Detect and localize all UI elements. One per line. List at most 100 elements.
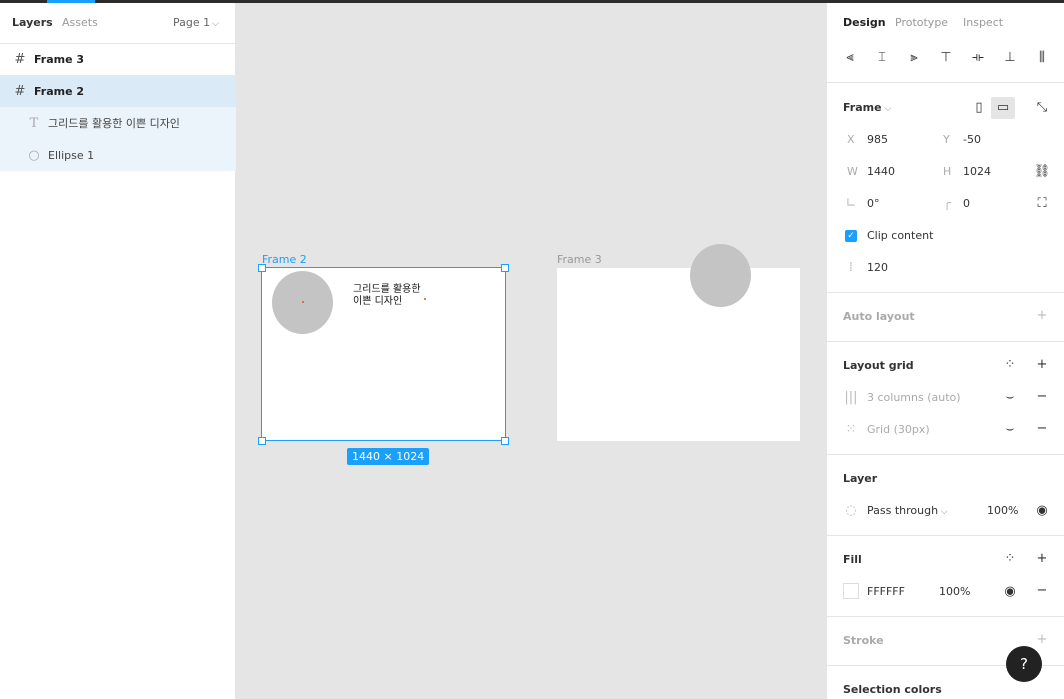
align-vertical-center-icon[interactable]: ⟛ — [966, 50, 990, 70]
layer-frame-2[interactable]: # Frame 2 — [0, 75, 236, 107]
chevron-down-icon: ⌵ — [881, 104, 892, 114]
constrain-proportions-icon[interactable]: ⛓ — [1033, 164, 1051, 179]
grid-item-30px[interactable]: Grid (30px) — [867, 423, 930, 436]
resize-to-fit-icon[interactable]: ⤡ — [1033, 100, 1051, 115]
help-button[interactable]: ? — [1006, 646, 1042, 682]
resize-handle-top-right[interactable] — [501, 264, 509, 272]
spacing-input[interactable]: 120 — [867, 261, 888, 274]
landscape-toggle[interactable]: ▭ — [991, 97, 1015, 119]
blend-mode-label: Pass through — [867, 504, 939, 517]
text-icon: T — [29, 115, 39, 131]
align-left-icon[interactable]: ⫷ — [838, 50, 862, 70]
y-label: Y — [943, 133, 950, 146]
independent-corners-icon[interactable]: ⛶ — [1033, 196, 1051, 211]
add-stroke-icon[interactable]: + — [1033, 632, 1051, 647]
frame-3-ellipse[interactable] — [690, 244, 751, 307]
layer-text[interactable]: T 그리드를 활용한 이쁜 디자인 — [0, 107, 236, 139]
portrait-icon: ▯ — [975, 100, 983, 115]
layer-frame-3[interactable]: # Frame 3 — [0, 43, 236, 75]
frame-title-label: Frame — [843, 101, 882, 114]
divider — [827, 454, 1064, 455]
divider — [827, 341, 1064, 342]
divider — [827, 292, 1064, 293]
radius-input[interactable]: 0 — [963, 197, 970, 210]
grid-icon[interactable]: ⁙ — [842, 422, 860, 437]
hidden-eye-icon[interactable]: ⌣ — [1001, 390, 1019, 405]
fill-styles-icon[interactable]: ⁘ — [1001, 551, 1019, 566]
remove-fill-icon[interactable]: − — [1033, 583, 1051, 598]
x-input[interactable]: 985 — [867, 133, 888, 146]
layer-ellipse[interactable]: ○ Ellipse 1 — [0, 139, 236, 171]
blend-mode-select[interactable]: Pass through ⌵ — [867, 504, 948, 517]
layers-panel: Layers Assets Page 1 ⌵ # Frame 3 # Frame … — [0, 3, 236, 699]
layer-name: Frame 2 — [34, 84, 85, 98]
frame-3-label[interactable]: Frame 3 — [557, 253, 602, 266]
design-panel: Design Prototype Inspect ⫷ ⌶ ⫸ ⊤ ⟛ ⊥ ⫼ F… — [826, 3, 1064, 699]
layout-grid-title: Layout grid — [843, 359, 914, 372]
add-fill-icon[interactable]: + — [1033, 551, 1051, 566]
hidden-eye-icon[interactable]: ⌣ — [1001, 422, 1019, 437]
fill-hex-input[interactable]: FFFFFF — [867, 585, 905, 598]
ellipse-icon: ○ — [28, 147, 40, 163]
resize-handle-bottom-right[interactable] — [501, 437, 509, 445]
grid-styles-icon[interactable]: ⁘ — [1001, 357, 1019, 372]
chevron-down-icon: ⌵ — [938, 507, 948, 517]
fill-color-swatch[interactable] — [843, 583, 859, 599]
tab-design[interactable]: Design — [843, 16, 886, 29]
remove-grid-icon[interactable]: − — [1033, 389, 1051, 404]
clip-content-label: Clip content — [867, 229, 934, 242]
landscape-icon: ▭ — [996, 100, 1010, 115]
frame-2-label[interactable]: Frame 2 — [262, 253, 307, 266]
h-label: H — [943, 165, 952, 178]
corner-radius-icon: ╭ — [943, 196, 951, 211]
add-auto-layout-icon[interactable]: + — [1033, 308, 1051, 323]
resize-handle-top-left[interactable] — [258, 264, 266, 272]
eye-icon[interactable]: ◉ — [1033, 503, 1051, 518]
canvas[interactable]: Frame 2 그리드를 활용한 이쁜 디자인 1440 × 1024 Fram… — [236, 3, 826, 699]
h-input[interactable]: 1024 — [963, 165, 991, 178]
remove-grid-icon[interactable]: − — [1033, 421, 1051, 436]
blend-mode-icon: ◌ — [845, 503, 857, 518]
layer-section-title: Layer — [843, 472, 878, 485]
selection-outline — [261, 267, 506, 441]
page-selector[interactable]: Page 1 ⌵ — [173, 16, 219, 29]
layer-name: 그리드를 활용한 이쁜 디자인 — [48, 117, 180, 130]
align-bottom-icon[interactable]: ⊥ — [998, 50, 1022, 70]
spacing-icon: ⁞ — [848, 260, 854, 275]
fill-opacity-input[interactable]: 100% — [939, 585, 970, 598]
columns-grid-icon[interactable]: ||| — [842, 390, 860, 405]
w-label: W — [847, 165, 858, 178]
frame-icon: # — [14, 83, 26, 99]
y-input[interactable]: -50 — [963, 133, 981, 146]
stroke-section-title: Stroke — [843, 634, 884, 647]
resize-handle-bottom-left[interactable] — [258, 437, 266, 445]
align-horizontal-center-icon[interactable]: ⌶ — [870, 50, 894, 70]
align-right-icon[interactable]: ⫸ — [902, 50, 926, 70]
alignment-toolbar: ⫷ ⌶ ⫸ ⊤ ⟛ ⊥ ⫼ — [827, 43, 1064, 83]
frame-3[interactable] — [557, 268, 800, 441]
add-grid-icon[interactable]: + — [1033, 357, 1051, 372]
frame-section-title[interactable]: Frame ⌵ — [843, 101, 891, 114]
distribute-icon[interactable]: ⫼ — [1030, 50, 1054, 70]
grid-item-columns[interactable]: 3 columns (auto) — [867, 391, 961, 404]
chevron-down-icon: ⌵ — [212, 19, 219, 29]
selection-colors-title: Selection colors — [843, 683, 942, 696]
tab-inspect[interactable]: Inspect — [963, 16, 1003, 29]
divider — [827, 616, 1064, 617]
rotation-input[interactable]: 0° — [867, 197, 880, 210]
eye-icon[interactable]: ◉ — [1001, 584, 1019, 599]
left-tabs: Layers Assets Page 1 ⌵ — [0, 3, 235, 44]
layer-opacity-input[interactable]: 100% — [987, 504, 1018, 517]
page-selector-label: Page 1 — [173, 16, 211, 29]
rotation-icon: ∟ — [845, 196, 857, 211]
layer-name: Frame 3 — [34, 52, 85, 66]
divider — [827, 535, 1064, 536]
clip-content-checkbox[interactable]: ✓ — [845, 230, 857, 242]
align-top-icon[interactable]: ⊤ — [934, 50, 958, 70]
portrait-toggle[interactable]: ▯ — [967, 97, 991, 119]
tab-prototype[interactable]: Prototype — [895, 16, 948, 29]
tab-assets[interactable]: Assets — [62, 16, 98, 29]
tab-layers[interactable]: Layers — [12, 16, 53, 29]
size-badge: 1440 × 1024 — [347, 448, 430, 465]
w-input[interactable]: 1440 — [867, 165, 895, 178]
